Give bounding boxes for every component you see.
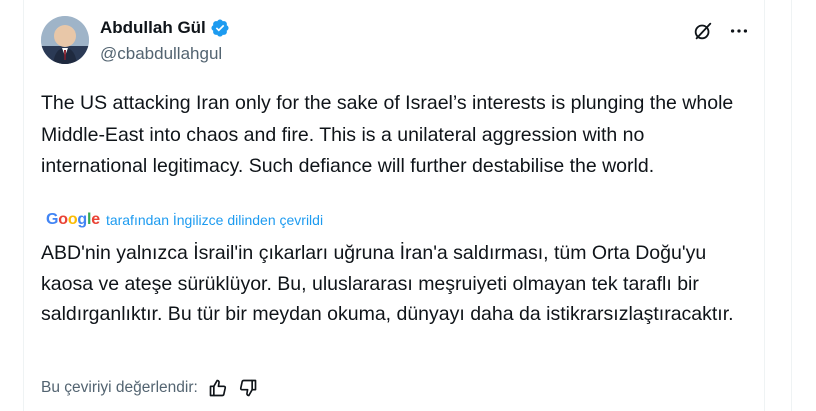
grok-icon[interactable] (692, 20, 714, 42)
translation-label[interactable]: tarafından İngilizce dilinden çevrildi (106, 212, 323, 228)
column-divider (791, 0, 792, 411)
author-name-row[interactable]: Abdullah Gül (100, 16, 230, 40)
avatar[interactable] (41, 16, 89, 64)
translated-text: ABD'nin yalnızca İsrail'in çıkarları uğr… (41, 242, 734, 325)
author-display-name[interactable]: Abdullah Gül (100, 18, 206, 38)
more-options-icon[interactable] (728, 20, 750, 42)
google-logo: Google (46, 211, 100, 228)
rate-translation-label: Bu çeviriyi değerlendir: (41, 379, 198, 396)
thumbs-up-icon[interactable] (208, 378, 228, 398)
verified-badge-icon[interactable] (210, 18, 230, 38)
tweet-text: The US attacking Iran only for the sake … (41, 92, 734, 177)
header-actions (692, 20, 750, 42)
rate-translation-row: Bu çeviriyi değerlendir: (41, 378, 258, 398)
translation-attribution[interactable]: Google tarafından İngilizce dilinden çev… (46, 211, 323, 229)
thumbs-down-icon[interactable] (238, 378, 258, 398)
author-handle[interactable]: @cbabdullahgul (100, 44, 222, 64)
tweet-card[interactable]: Abdullah Gül @cbabdullahgul The US attac… (23, 0, 765, 411)
